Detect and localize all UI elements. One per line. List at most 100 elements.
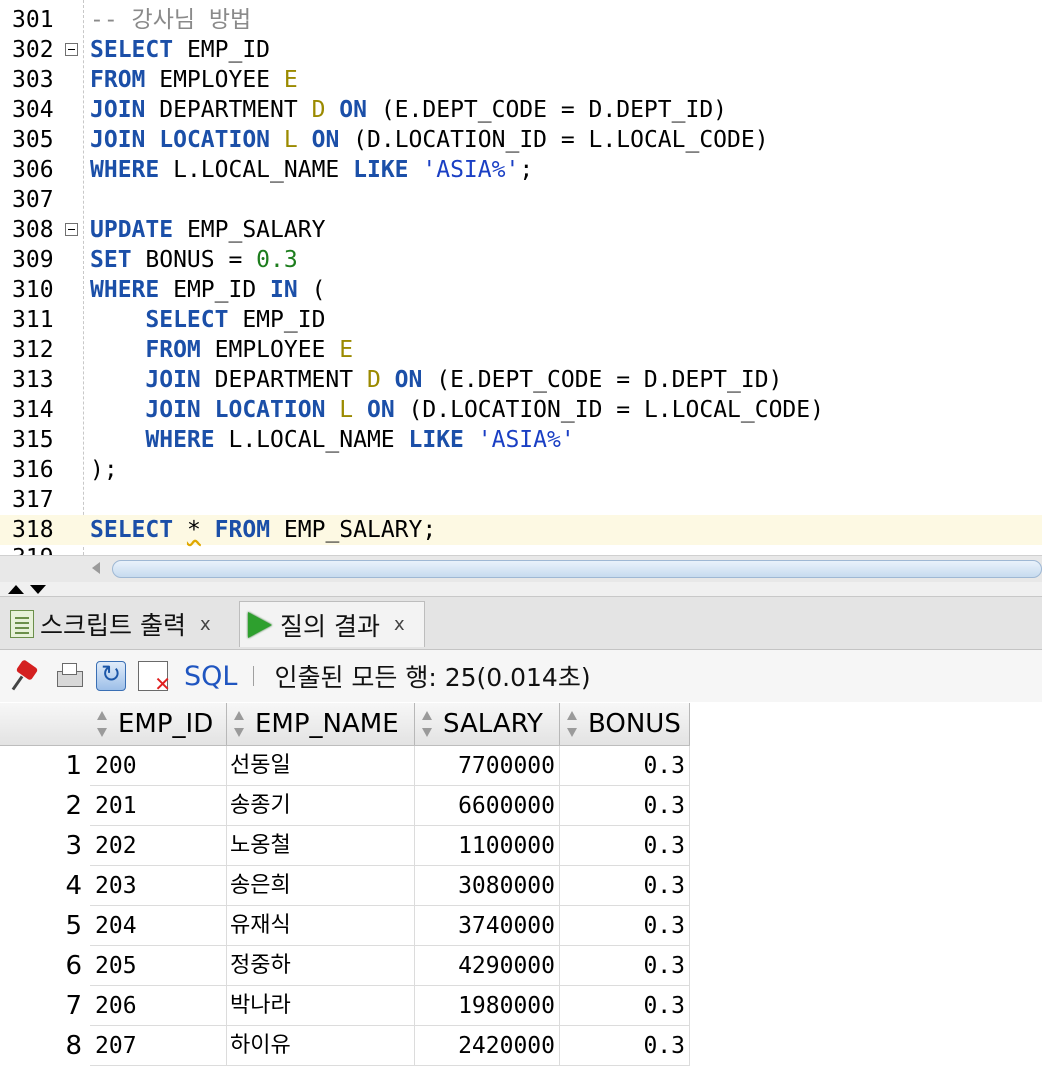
code-line[interactable]: 314 JOIN LOCATION L ON (D.LOCATION_ID = …: [0, 395, 1042, 425]
cell-emp-id[interactable]: 201: [90, 786, 227, 826]
row-number[interactable]: 4: [0, 866, 90, 906]
column-header-bonus[interactable]: BONUS: [560, 703, 690, 745]
column-header-salary[interactable]: SALARY: [415, 703, 560, 745]
table-row[interactable]: 6 205 정중하 4290000 0.3: [0, 946, 690, 986]
cell-salary[interactable]: 6600000: [415, 786, 560, 826]
code-token: SELECT: [90, 517, 174, 543]
code-line[interactable]: 313 JOIN DEPARTMENT D ON (E.DEPT_CODE = …: [0, 365, 1042, 395]
sort-icon[interactable]: [421, 711, 433, 737]
code-line[interactable]: 307: [0, 185, 1042, 215]
cell-salary[interactable]: 4290000: [415, 946, 560, 986]
table-row[interactable]: 5 204 유재식 3740000 0.3: [0, 906, 690, 946]
sort-icon[interactable]: [96, 711, 108, 737]
scrollbar-thumb[interactable]: [112, 560, 1042, 578]
collapse-up-icon[interactable]: [8, 585, 24, 594]
scroll-left-arrow-icon[interactable]: [92, 562, 100, 574]
code-line[interactable]: 310 WHERE EMP_ID IN (: [0, 275, 1042, 305]
cell-salary[interactable]: 1100000: [415, 826, 560, 866]
fold-collapse-icon[interactable]: [65, 223, 78, 236]
cell-salary[interactable]: 2420000: [415, 1026, 560, 1066]
result-grid[interactable]: EMP_ID EMP_NAME SALARY BONUS 1 200 선동일 7700…: [0, 703, 1042, 1066]
tab-script-output-label: 스크립트 출력: [40, 611, 186, 640]
table-row[interactable]: 8 207 하이유 2420000 0.3: [0, 1026, 690, 1066]
table-row[interactable]: 3 202 노옹철 1100000 0.3: [0, 826, 690, 866]
row-number[interactable]: 1: [0, 746, 90, 786]
cell-emp-name[interactable]: 박나라: [227, 986, 415, 1026]
code-line[interactable]: 309 SET BONUS = 0.3: [0, 245, 1042, 275]
code-line[interactable]: 304 JOIN DEPARTMENT D ON (E.DEPT_CODE = D…: [0, 95, 1042, 125]
table-row[interactable]: 4 203 송은희 3080000 0.3: [0, 866, 690, 906]
cell-salary[interactable]: 3740000: [415, 906, 560, 946]
cell-emp-name[interactable]: 정중하: [227, 946, 415, 986]
cell-bonus[interactable]: 0.3: [560, 946, 690, 986]
sort-icon[interactable]: [233, 711, 245, 737]
row-number[interactable]: 5: [0, 906, 90, 946]
row-number[interactable]: 3: [0, 826, 90, 866]
cell-bonus[interactable]: 0.3: [560, 866, 690, 906]
row-number[interactable]: 7: [0, 986, 90, 1026]
collapse-down-icon[interactable]: [30, 585, 46, 594]
cell-salary[interactable]: 7700000: [415, 746, 560, 786]
cell-bonus[interactable]: 0.3: [560, 746, 690, 786]
editor-horizontal-scrollbar[interactable]: [0, 555, 1042, 583]
fold-collapse-icon[interactable]: [65, 43, 78, 56]
cell-emp-id[interactable]: 200: [90, 746, 227, 786]
cell-emp-name[interactable]: 유재식: [227, 906, 415, 946]
code-line[interactable]: 302 SELECT EMP_ID: [0, 35, 1042, 65]
sql-editor[interactable]: 301 -- 강사님 방법 302 SELECT EMP_ID 303 FROM EMPL…: [0, 0, 1042, 555]
close-icon[interactable]: x: [200, 614, 211, 635]
cell-emp-id[interactable]: 202: [90, 826, 227, 866]
table-row[interactable]: 7 206 박나라 1980000 0.3: [0, 986, 690, 1026]
code-line[interactable]: 303 FROM EMPLOYEE E: [0, 65, 1042, 95]
code-line[interactable]: 318 SELECT * FROM EMP_SALARY;: [0, 515, 1042, 545]
cell-emp-name[interactable]: 선동일: [227, 746, 415, 786]
code-line[interactable]: 317: [0, 485, 1042, 515]
cell-emp-name[interactable]: 송은희: [227, 866, 415, 906]
refresh-icon[interactable]: [96, 660, 126, 691]
pin-icon[interactable]: [12, 661, 42, 691]
cell-bonus[interactable]: 0.3: [560, 826, 690, 866]
column-header-emp-id[interactable]: EMP_ID: [90, 703, 227, 745]
sql-button[interactable]: SQL: [184, 661, 237, 692]
code-line[interactable]: 305 JOIN LOCATION L ON (D.LOCATION_ID = L…: [0, 125, 1042, 155]
code-token: D: [366, 367, 381, 393]
pane-splitter[interactable]: [0, 582, 1042, 597]
row-number[interactable]: 6: [0, 946, 90, 986]
cell-emp-id[interactable]: 203: [90, 866, 227, 906]
cell-bonus[interactable]: 0.3: [560, 1026, 690, 1066]
cell-salary[interactable]: 3080000: [415, 866, 560, 906]
cell-emp-name[interactable]: 노옹철: [227, 826, 415, 866]
cell-emp-id[interactable]: 206: [90, 986, 227, 1026]
code-line[interactable]: 306 WHERE L.LOCAL_NAME LIKE 'ASIA%';: [0, 155, 1042, 185]
code-line[interactable]: 301 -- 강사님 방법: [0, 5, 1042, 35]
tab-script-output[interactable]: 스크립트 출력 x: [8, 601, 219, 647]
row-number[interactable]: 8: [0, 1026, 90, 1066]
cell-emp-id[interactable]: 204: [90, 906, 227, 946]
cell-bonus[interactable]: 0.3: [560, 986, 690, 1026]
column-header-emp-name[interactable]: EMP_NAME: [227, 703, 415, 745]
code-line[interactable]: 316);: [0, 455, 1042, 485]
cell-emp-id[interactable]: 205: [90, 946, 227, 986]
sort-icon[interactable]: [566, 711, 578, 737]
table-row[interactable]: 1 200 선동일 7700000 0.3: [0, 746, 690, 786]
code-line[interactable]: 315 WHERE L.LOCAL_NAME LIKE 'ASIA%': [0, 425, 1042, 455]
cell-emp-name[interactable]: 송종기: [227, 786, 415, 826]
cell-salary[interactable]: 1980000: [415, 986, 560, 1026]
table-row[interactable]: 2 201 송종기 6600000 0.3: [0, 786, 690, 826]
cell-emp-id[interactable]: 207: [90, 1026, 227, 1066]
close-icon[interactable]: x: [394, 614, 405, 635]
code-token: EMPLOYEE: [200, 337, 340, 363]
cell-emp-name[interactable]: 하이유: [227, 1026, 415, 1066]
code-token: WHERE: [145, 427, 215, 453]
code-line[interactable]: 312 FROM EMPLOYEE E: [0, 335, 1042, 365]
cell-bonus[interactable]: 0.3: [560, 786, 690, 826]
code-line[interactable]: 311 SELECT EMP_ID: [0, 305, 1042, 335]
print-icon[interactable]: [54, 661, 84, 691]
row-number[interactable]: 2: [0, 786, 90, 826]
tab-query-result[interactable]: 질의 결과 x: [239, 601, 425, 647]
code-line[interactable]: 308 UPDATE EMP_SALARY: [0, 215, 1042, 245]
cell-bonus[interactable]: 0.3: [560, 906, 690, 946]
clear-results-icon[interactable]: [138, 661, 171, 696]
